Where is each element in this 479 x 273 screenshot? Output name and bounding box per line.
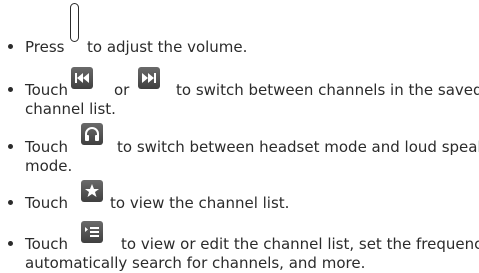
star-icon [81,180,103,202]
line-text-continuation: mode. [25,157,73,175]
line-text: Touch [25,194,69,212]
line-text-continuation: channel list. [25,100,116,118]
bullet [8,200,13,205]
previous-channel-icon [71,67,93,89]
line-text: to view the channel list. [110,194,290,212]
line-text: to view or edit the channel list, set th… [121,235,479,253]
line-text: Touch [25,235,69,253]
line-text: Press [25,38,64,56]
line-text: Touch [25,81,69,99]
line-text: to switch between headset mode and loud … [117,138,479,156]
headset-icon [81,123,103,145]
bullet [8,144,13,149]
volume-key-icon [70,3,79,42]
bullet [8,44,13,49]
menu-list-icon [81,221,103,243]
press-label: Press [25,38,65,56]
bullet [8,241,13,246]
line-text: or [114,81,130,99]
line-text: Touch [25,138,69,156]
next-channel-icon [138,67,160,89]
line-text-continuation: automatically search for channels, and m… [25,254,366,272]
bullet [8,87,13,92]
line-text: to adjust the volume. [87,38,248,56]
line-text: to switch between channels in the saved [176,81,479,99]
